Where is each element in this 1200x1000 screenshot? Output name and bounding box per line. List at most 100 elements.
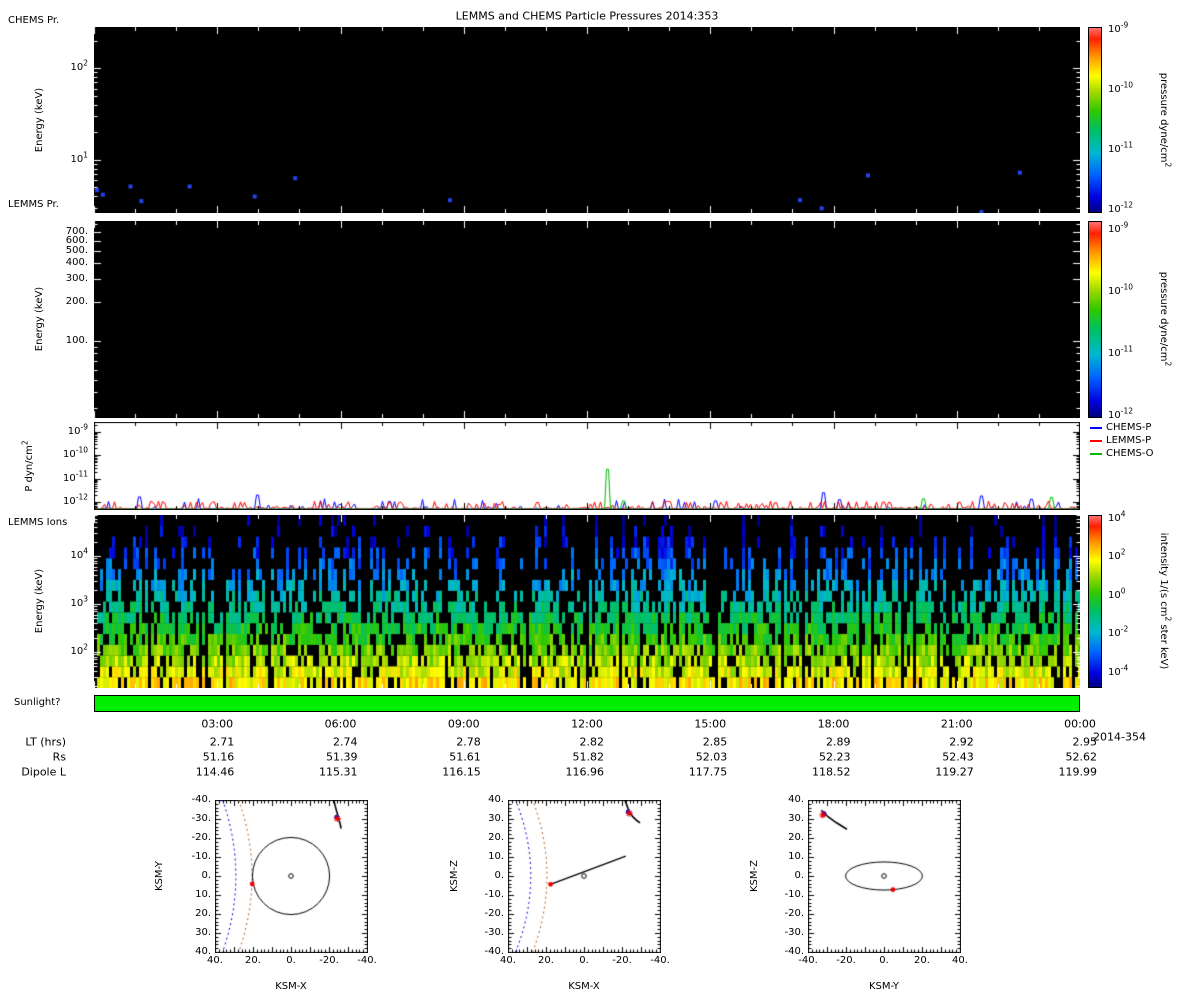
ephemeris-value: 52.23: [819, 750, 851, 764]
panel-label-chems-pressure: CHEMS Pr.: [8, 15, 60, 26]
ephemeris-row-label-lt: LT (hrs): [25, 735, 66, 749]
colorbar-intensity-ions: [1088, 515, 1102, 688]
orbit-y-tick-label: -30.: [484, 927, 504, 938]
mimi-quicklook-page: LEMMS and CHEMS Particle Pressures 2014:…: [0, 0, 1200, 1000]
orbit-y-tick-label: 10.: [788, 851, 804, 862]
y-tick-label: 10-10: [63, 446, 88, 461]
orbit-y-tick-label: -30.: [784, 927, 804, 938]
legend-chip-chems-o: [1090, 453, 1102, 455]
legend-label-chems-p: CHEMS-P: [1106, 422, 1152, 433]
particle-pressure-line-panel: [94, 422, 1080, 510]
y-tick-label: 104: [70, 546, 88, 561]
orbit-x-tick-label: 20.: [538, 955, 554, 966]
ephemeris-value: 52.03: [695, 750, 728, 764]
y-axis-label-energy-lemms: Energy (keV): [34, 286, 45, 352]
ephemeris-value: 52.62: [1065, 750, 1098, 764]
time-tick-label: 12:00: [571, 717, 603, 731]
y-tick-label: 102: [70, 58, 88, 74]
orbit-y-tick-label: 40.: [488, 794, 504, 805]
orbit-y-tick-label: 0.: [494, 870, 504, 881]
time-tick-label: 09:00: [447, 717, 480, 731]
colorbar-tick-label: 10-12: [1108, 406, 1133, 422]
orbit-y-tick-label: -10.: [784, 889, 804, 900]
ephemeris-value: 117.75: [688, 765, 728, 779]
orbit-y-tick-label: 0.: [201, 870, 211, 881]
orbit-y-tick-label: -40.: [784, 946, 804, 957]
orbit-xz-xlabel: KSM-X: [568, 981, 600, 992]
panel-label-lemms-pressure: LEMMS Pr.: [8, 199, 59, 210]
ephemeris-value: 119.99: [1058, 765, 1098, 779]
orbit-xz-ylabel: KSM-Z: [449, 860, 460, 892]
date-label: 2014-354: [1093, 730, 1146, 744]
orbit-y-tick-label: 20.: [788, 832, 804, 843]
colorbar-pressure-chems: [1088, 27, 1102, 213]
y-tick-label: 10-9: [67, 422, 88, 438]
colorbar-tick-label: 10-10: [1108, 282, 1133, 297]
colorbar-pressure-lemms: [1088, 221, 1102, 418]
colorbar-tick-label: 10-9: [1108, 20, 1129, 35]
orbit-x-tick-label: -40.: [798, 955, 818, 966]
colorbar-tick-label: 10-11: [1108, 344, 1133, 359]
orbit-plot-ksmx-ksmz-canvas: [508, 800, 661, 953]
orbit-x-tick-label: 0.: [286, 955, 296, 966]
time-tick-label: 21:00: [940, 717, 973, 731]
legend-label-chems-o: CHEMS-O: [1106, 448, 1154, 459]
orbit-x-tick-label: -20.: [319, 955, 339, 966]
orbit-y-tick-label: 30.: [788, 813, 804, 824]
y-tick-label: 102: [70, 642, 88, 657]
chems-pressure-spectrogram-canvas: [94, 27, 1080, 213]
lemms-ions-spectrogram-canvas: [94, 515, 1080, 688]
ephemeris-value: 114.46: [195, 765, 235, 779]
orbit-y-tick-label: 40.: [788, 794, 804, 805]
orbit-x-tick-label: -40.: [650, 955, 670, 966]
ephemeris-value: 116.15: [442, 765, 481, 779]
ephemeris-value: 116.96: [565, 765, 605, 779]
orbit-y-tick-label: 30.: [195, 927, 211, 938]
ephemeris-value: 51.82: [572, 750, 605, 764]
legend-label-lemms-p: LEMMS-P: [1106, 435, 1152, 446]
ephemeris-value: 2.78: [456, 735, 481, 749]
orbit-x-tick-label: -20.: [836, 955, 856, 966]
ephemeris-value: 52.43: [942, 750, 974, 764]
orbit-y-tick-label: 0.: [794, 870, 804, 881]
orbit-y-tick-label: -10.: [484, 889, 504, 900]
orbit-xy-ylabel: KSM-Y: [154, 860, 165, 892]
time-tick-label: 00:00: [1064, 717, 1096, 731]
orbit-x-tick-label: 0.: [879, 955, 889, 966]
ephemeris-value: 119.27: [935, 765, 974, 779]
colorbar-label-intensity-ions: intensity 1/(s cm2 ster keV): [1158, 532, 1173, 670]
panel-label-lemms-ions: LEMMS Ions: [8, 517, 68, 528]
ephemeris-value: 2.71: [209, 735, 235, 749]
orbit-x-tick-label: -20.: [612, 955, 632, 966]
colorbar-tick-label: 10-12: [1108, 200, 1133, 215]
ephemeris-value: 2.74: [333, 735, 358, 749]
y-axis-label-energy-ions: Energy (keV): [34, 568, 45, 634]
ephemeris-value: 118.52: [812, 765, 851, 779]
orbit-y-tick-label: -10.: [191, 851, 211, 862]
time-tick-label: 18:00: [817, 717, 850, 731]
orbit-plot-ksmy-ksmz-canvas: [808, 800, 961, 953]
colorbar-tick-label: 10-10: [1108, 80, 1133, 95]
y-tick-label: 10-12: [63, 492, 88, 508]
colorbar-tick-label: 10-11: [1108, 140, 1133, 155]
ephemeris-value: 2.92: [949, 735, 974, 749]
ephemeris-value: 2.95: [1072, 735, 1098, 749]
y-axis-label-pressure: P dyn/cm2: [20, 440, 35, 492]
orbit-x-tick-label: -40.: [357, 955, 377, 966]
y-tick-label: 500.: [65, 244, 88, 256]
orbit-x-tick-label: 40.: [500, 955, 516, 966]
colorbar-tick-label: 10-9: [1108, 220, 1129, 235]
orbit-x-tick-label: 40.: [952, 955, 968, 966]
y-tick-label: 400.: [65, 257, 88, 269]
orbit-y-tick-label: -40.: [484, 946, 504, 957]
lemms-ions-spectrogram-panel: [94, 515, 1080, 688]
ephemeris-row-label-rs: Rs: [52, 750, 66, 764]
y-tick-label: 103: [70, 594, 88, 609]
orbit-x-tick-label: 0.: [579, 955, 589, 966]
orbit-yz-ylabel: KSM-Z: [749, 860, 760, 892]
time-tick-label: 15:00: [694, 717, 727, 731]
orbit-y-tick-label: -20.: [191, 832, 211, 843]
time-tick-label: 06:00: [324, 717, 357, 731]
orbit-xy-xlabel: KSM-X: [275, 981, 307, 992]
orbit-y-tick-label: -20.: [484, 908, 504, 919]
